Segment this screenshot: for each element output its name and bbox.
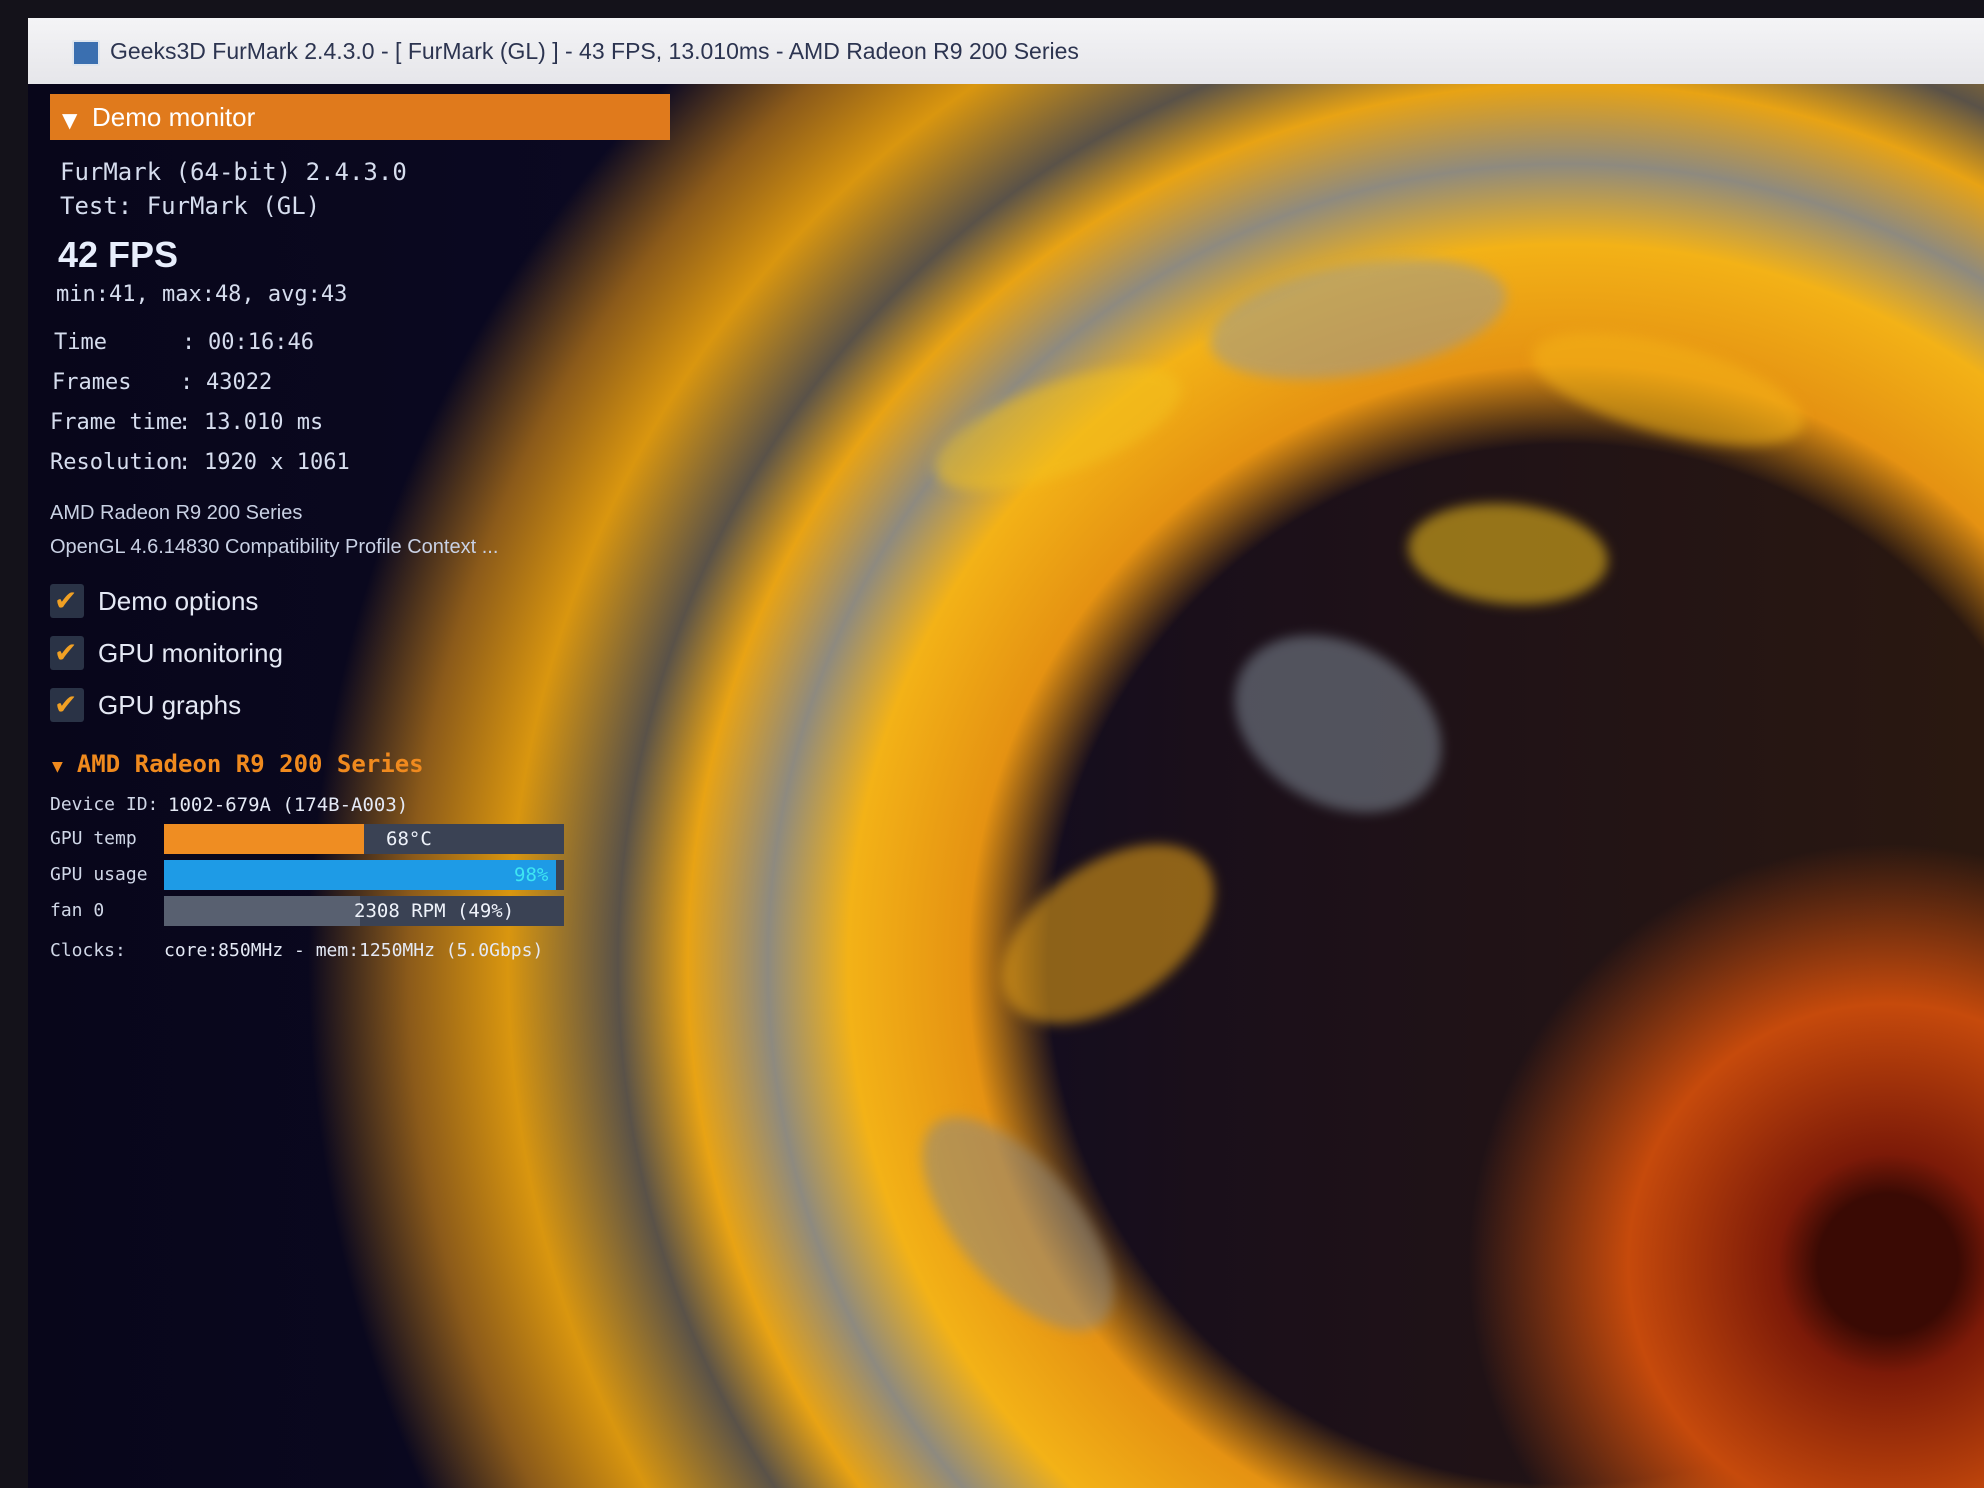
checkbox-label: GPU graphs — [98, 689, 242, 720]
demo-monitor-panel: ▼ Demo monitor FurMark (64-bit) 2.4.3.0 … — [50, 94, 690, 1414]
stat-row-resolution: Resolution: 1920 x 1061 — [50, 450, 350, 475]
gpu-temp-bar: 68°C — [164, 824, 564, 854]
device-id-label: Device ID: — [50, 794, 159, 815]
app-version-line: FurMark (64-bit) 2.4.3.0 — [60, 158, 407, 186]
window-titlebar[interactable]: Geeks3D FurMark 2.4.3.0 - [ FurMark (GL)… — [28, 18, 1984, 85]
checkmark-icon: ✔ — [54, 636, 78, 669]
stat-key: Frames — [52, 370, 132, 395]
stat-value: 43022 — [206, 370, 273, 395]
stat-separator: : — [178, 410, 192, 435]
gpu-section-header[interactable]: ▼ AMD Radeon R9 200 Series — [52, 750, 424, 778]
stat-value: 00:16:46 — [208, 330, 314, 355]
fan-speed-value: 2308 RPM (49%) — [354, 900, 515, 922]
fps-min-max-avg: min:41, max:48, avg:43 — [56, 282, 348, 307]
gpu-section-title: AMD Radeon R9 200 Series — [76, 750, 424, 778]
fps-readout: 42 FPS — [58, 234, 179, 275]
gpu-usage-bar: 98% — [164, 860, 564, 890]
stat-separator: : — [180, 370, 194, 395]
checkbox[interactable]: ✔ — [50, 636, 84, 670]
checkmark-icon: ✔ — [54, 688, 78, 721]
device-id-value: 1002-679A (174B-A003) — [168, 794, 409, 816]
checkbox[interactable]: ✔ — [50, 688, 84, 722]
stat-row-time: Time:00:16:46 — [54, 330, 314, 355]
stat-value: 13.010 ms — [204, 410, 324, 435]
fan-speed-bar: 2308 RPM (49%) — [164, 896, 564, 926]
gpu-usage-value: 98% — [514, 864, 549, 886]
stat-key: Resolution — [50, 450, 183, 475]
test-name-line: Test: FurMark (GL) — [60, 192, 321, 220]
checkbox-label: Demo options — [98, 585, 259, 616]
opengl-context-line: OpenGL 4.6.14830 Compatibility Profile C… — [50, 536, 499, 558]
stat-value: 1920 x 1061 — [204, 450, 350, 475]
gpu-temp-bar-fill — [164, 824, 364, 854]
stat-separator: : — [182, 330, 196, 355]
gpu-graphs-checkbox[interactable]: ✔ GPU graphs — [50, 686, 241, 724]
gpu-monitoring-checkbox[interactable]: ✔ GPU monitoring — [50, 634, 283, 672]
demo-monitor-title: Demo monitor — [92, 102, 256, 132]
checkbox[interactable]: ✔ — [50, 584, 84, 618]
clocks-label: Clocks: — [50, 940, 126, 961]
monitor-screen: Geeks3D FurMark 2.4.3.0 - [ FurMark (GL)… — [28, 18, 1984, 1488]
stat-key: Time — [54, 330, 107, 355]
stat-key: Frame time — [50, 410, 183, 435]
gpu-usage-bar-fill — [164, 860, 556, 890]
gpu-temp-label: GPU temp — [50, 828, 137, 849]
demo-monitor-header[interactable]: ▼ Demo monitor — [50, 94, 670, 140]
furmark-app-icon — [72, 40, 100, 66]
collapse-triangle-icon[interactable]: ▼ — [62, 108, 77, 132]
checkbox-label: GPU monitoring — [98, 637, 283, 668]
checkmark-icon: ✔ — [54, 584, 78, 617]
gpu-usage-label: GPU usage — [50, 864, 148, 885]
fan-speed-bar-fill — [164, 896, 360, 926]
fan-label: fan 0 — [50, 900, 105, 921]
clocks-value: core:850MHz - mem:1250MHz (5.0Gbps) — [164, 940, 544, 961]
stat-row-frames: Frames:43022 — [52, 370, 272, 395]
collapse-triangle-icon[interactable]: ▼ — [52, 756, 63, 777]
gpu-name-line: AMD Radeon R9 200 Series — [50, 502, 303, 524]
window-title: Geeks3D FurMark 2.4.3.0 - [ FurMark (GL)… — [110, 38, 1079, 64]
stat-row-frame-time: Frame time: 13.010 ms — [50, 410, 323, 435]
demo-options-checkbox[interactable]: ✔ Demo options — [50, 582, 258, 620]
gpu-temp-value: 68°C — [386, 828, 432, 850]
stat-separator: : — [178, 450, 192, 475]
